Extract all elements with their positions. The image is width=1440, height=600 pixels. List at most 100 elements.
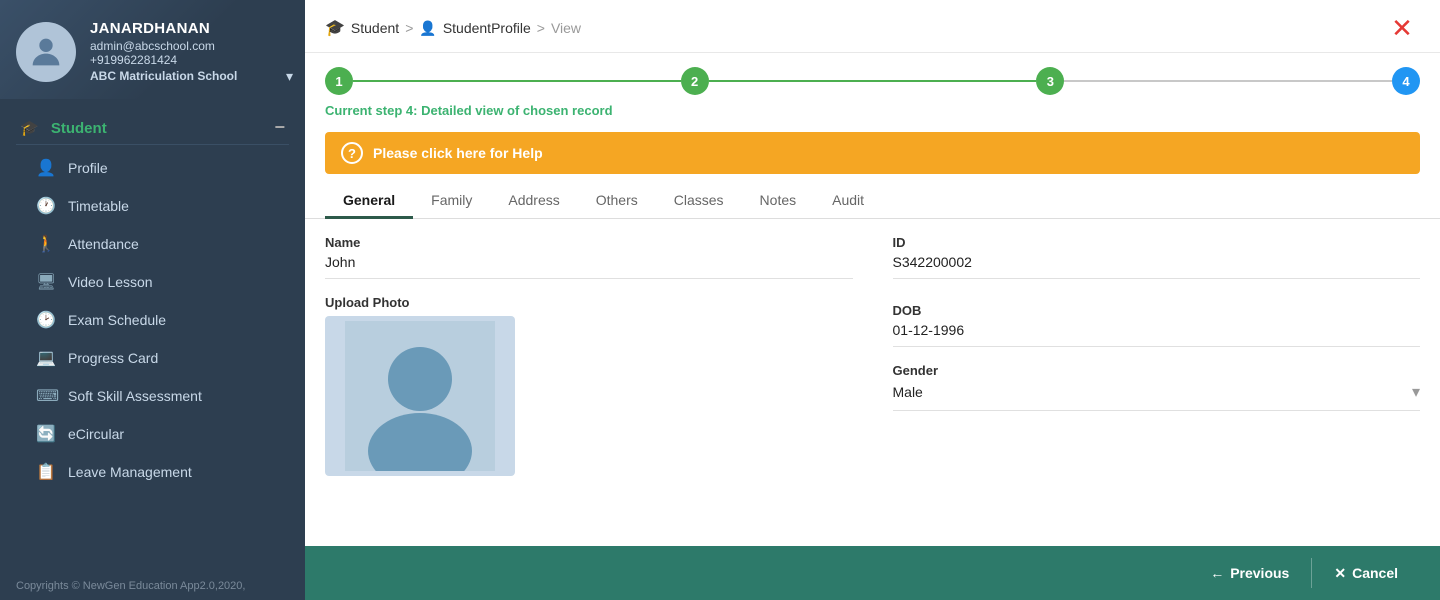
tab-family[interactable]: Family — [413, 184, 490, 219]
sep2: > — [537, 20, 545, 36]
gender-value: Male — [893, 384, 923, 400]
ecircular-icon: 🔄 — [36, 424, 56, 444]
graduation-icon: 🎓 — [20, 120, 39, 137]
name-value: John — [325, 254, 853, 279]
sidebar-item-soft-skill[interactable]: ⌨ Soft Skill Assessment — [0, 377, 305, 415]
sidebar-item-label: Timetable — [68, 198, 129, 214]
tabs-bar: General Family Address Others Classes No… — [305, 184, 1440, 219]
current-step-label: Current step 4: Detailed view of chosen … — [325, 103, 1420, 118]
right-column: ID S342200002 DOB 01-12-1996 Gender Male… — [893, 235, 1421, 546]
line-3-4 — [1064, 80, 1392, 82]
breadcrumb-view: View — [551, 20, 581, 36]
dob-value: 01-12-1996 — [893, 322, 1421, 347]
tab-address[interactable]: Address — [490, 184, 577, 219]
topbar: 🎓 Student > 👤 StudentProfile > View ✕ — [305, 0, 1440, 53]
username: JANARDHANAN — [90, 20, 237, 37]
form-content: Name John Upload Photo ID S342200002 — [305, 219, 1440, 546]
name-field-group: Name John — [325, 235, 853, 279]
id-label: ID — [893, 235, 1421, 250]
tab-classes[interactable]: Classes — [656, 184, 742, 219]
tab-audit[interactable]: Audit — [814, 184, 882, 219]
tab-general[interactable]: General — [325, 184, 413, 219]
gender-select[interactable]: Male ▾ — [893, 382, 1421, 411]
sidebar-nav: 🎓 Student − 👤 Profile 🕐 Timetable 🚶 Atte… — [0, 99, 305, 572]
gender-field-group: Gender Male ▾ — [893, 363, 1421, 411]
profile-icon: 👤 — [36, 158, 56, 178]
graduation-breadcrumb-icon: 🎓 — [325, 18, 345, 38]
id-value: S342200002 — [893, 254, 1421, 279]
student-section-header[interactable]: 🎓 Student − — [0, 109, 305, 144]
photo-box[interactable] — [325, 316, 515, 476]
attendance-icon: 🚶 — [36, 234, 56, 254]
left-column: Name John Upload Photo — [325, 235, 853, 546]
user-phone: +919962281424 — [90, 53, 237, 67]
progress-icon: 💻 — [36, 348, 56, 368]
tab-others[interactable]: Others — [578, 184, 656, 219]
upload-label: Upload Photo — [325, 295, 853, 310]
user-info: JANARDHANAN admin@abcschool.com +9199622… — [90, 20, 237, 83]
sidebar-item-label: eCircular — [68, 426, 124, 442]
help-text: Please click here for Help — [373, 145, 543, 161]
skill-icon: ⌨ — [36, 386, 56, 406]
sidebar-item-label: Exam Schedule — [68, 312, 166, 328]
breadcrumb: 🎓 Student > 👤 StudentProfile > View — [325, 18, 581, 38]
sidebar: JANARDHANAN admin@abcschool.com +9199622… — [0, 0, 305, 600]
help-bar[interactable]: ? Please click here for Help — [325, 132, 1420, 174]
step-4: 4 — [1392, 67, 1420, 95]
step-2: 2 — [681, 67, 709, 95]
user-school: ABC Matriculation School — [90, 69, 237, 83]
exam-icon: 🕑 — [36, 310, 56, 330]
dob-field-group: DOB 01-12-1996 — [893, 303, 1421, 347]
chevron-down-icon[interactable]: ▾ — [286, 68, 293, 85]
tab-notes[interactable]: Notes — [742, 184, 815, 219]
sidebar-item-progress-card[interactable]: 💻 Progress Card — [0, 339, 305, 377]
step-3: 3 — [1036, 67, 1064, 95]
sidebar-item-ecircular[interactable]: 🔄 eCircular — [0, 415, 305, 453]
sep1: > — [405, 20, 413, 36]
chevron-down-icon: ▾ — [1412, 382, 1420, 402]
sidebar-footer: Copyrights © NewGen Education App2.0,202… — [0, 572, 305, 600]
user-email: admin@abcschool.com — [90, 39, 237, 53]
arrow-left-icon: ← — [1210, 565, 1224, 581]
sidebar-item-video-lesson[interactable]: 🖥 Video Lesson — [0, 263, 305, 301]
previous-button[interactable]: ← Previous — [1188, 557, 1311, 589]
sidebar-item-label: Profile — [68, 160, 108, 176]
sidebar-item-exam-schedule[interactable]: 🕑 Exam Schedule — [0, 301, 305, 339]
sidebar-header: JANARDHANAN admin@abcschool.com +9199622… — [0, 0, 305, 99]
step-1: 1 — [325, 67, 353, 95]
sidebar-item-attendance[interactable]: 🚶 Attendance — [0, 225, 305, 263]
leave-icon: 📋 — [36, 462, 56, 482]
avatar — [16, 22, 76, 82]
stepper: 1 2 3 4 — [325, 67, 1420, 95]
cancel-label: Cancel — [1352, 565, 1398, 581]
name-label: Name — [325, 235, 853, 250]
sidebar-item-leave-management[interactable]: 📋 Leave Management — [0, 453, 305, 491]
section-label: Student — [51, 120, 107, 137]
sidebar-item-label: Progress Card — [68, 350, 158, 366]
x-icon: ✕ — [1334, 565, 1346, 582]
minus-icon: − — [274, 117, 285, 138]
cancel-button[interactable]: ✕ Cancel — [1312, 557, 1420, 590]
dob-label: DOB — [893, 303, 1421, 318]
video-icon: 🖥 — [36, 272, 56, 292]
bottom-bar: ← Previous ✕ Cancel — [305, 546, 1440, 600]
photo-upload-area: Upload Photo — [325, 295, 853, 476]
gender-label: Gender — [893, 363, 1421, 378]
sidebar-item-label: Soft Skill Assessment — [68, 388, 202, 404]
breadcrumb-student[interactable]: Student — [351, 20, 399, 36]
help-icon: ? — [341, 142, 363, 164]
sidebar-item-profile[interactable]: 👤 Profile — [0, 149, 305, 187]
main-content: 🎓 Student > 👤 StudentProfile > View ✕ 1 … — [305, 0, 1440, 600]
timetable-icon: 🕐 — [36, 196, 56, 216]
previous-label: Previous — [1230, 565, 1289, 581]
sidebar-item-label: Video Lesson — [68, 274, 153, 290]
sidebar-item-label: Attendance — [68, 236, 139, 252]
line-1-2 — [353, 80, 681, 82]
sidebar-item-timetable[interactable]: 🕐 Timetable — [0, 187, 305, 225]
close-button[interactable]: ✕ — [1384, 10, 1420, 46]
profile-breadcrumb-icon: 👤 — [419, 20, 436, 37]
stepper-area: 1 2 3 4 Current step 4: Detailed view of… — [305, 53, 1440, 128]
breadcrumb-profile[interactable]: StudentProfile — [443, 20, 531, 36]
sidebar-item-label: Leave Management — [68, 464, 192, 480]
id-field-group: ID S342200002 — [893, 235, 1421, 279]
